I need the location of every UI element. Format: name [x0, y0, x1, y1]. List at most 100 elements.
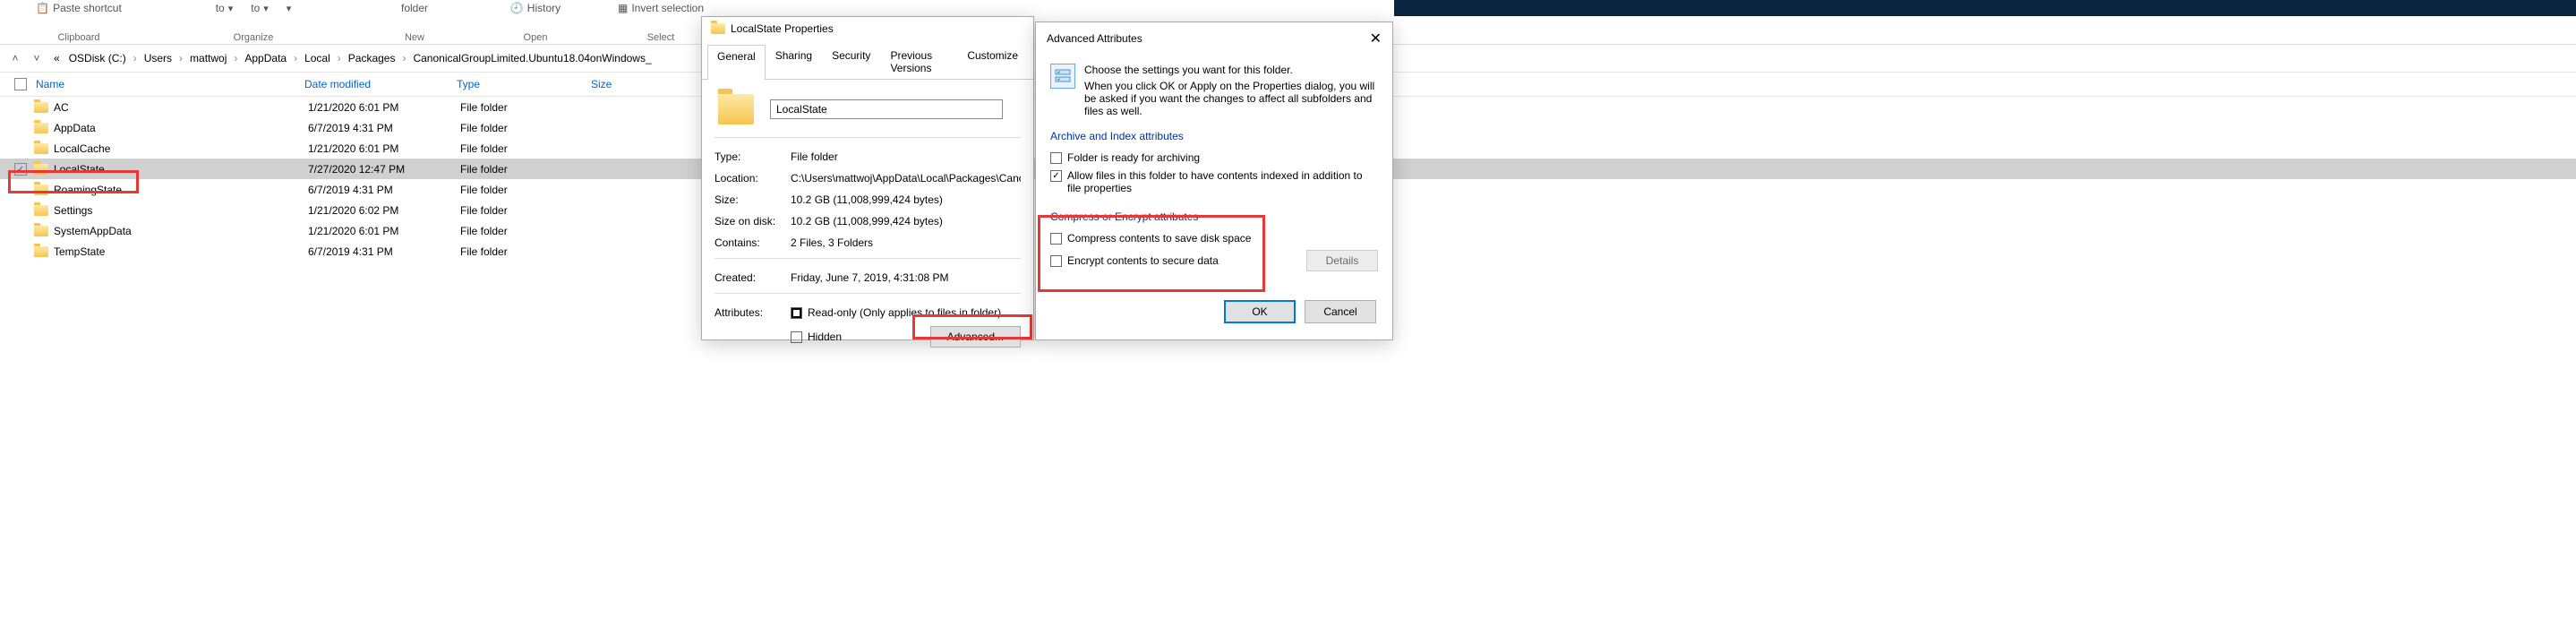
prop-label: Attributes:: [715, 306, 791, 348]
delete-button[interactable]: ▾: [281, 0, 297, 16]
crumb[interactable]: mattwoj: [186, 50, 230, 66]
attributes-icon: [1050, 64, 1075, 89]
row-type: File folder: [460, 163, 595, 176]
crumb[interactable]: CanonicalGroupLimited.Ubuntu18.04onWindo…: [409, 50, 655, 66]
index-checkbox[interactable]: ✓: [1050, 170, 1062, 182]
section-title: Archive and Index attributes: [1050, 130, 1378, 142]
row-type: File folder: [460, 204, 595, 217]
select-all-checkbox[interactable]: [14, 78, 27, 90]
cancel-button[interactable]: Cancel: [1305, 300, 1376, 323]
folder-icon: [34, 185, 48, 195]
folder-icon: [34, 102, 48, 113]
encrypt-checkbox[interactable]: [1050, 255, 1062, 267]
row-date: 6/7/2019 4:31 PM: [308, 184, 460, 196]
prop-value: 2 Files, 3 Folders: [791, 236, 1021, 249]
ribbon-group-organize: Organize: [234, 32, 274, 45]
chevron-right-icon: ›: [177, 52, 184, 64]
folder-icon: [34, 123, 48, 133]
history-button[interactable]: 🕘 History: [505, 0, 566, 16]
chevron-right-icon: ›: [292, 52, 299, 64]
compress-checkbox[interactable]: [1050, 233, 1062, 245]
dialog-footer: OK Cancel: [1036, 289, 1392, 336]
properties-tabs: General Sharing Security Previous Versio…: [702, 44, 1033, 80]
dialog-title-bar[interactable]: Advanced Attributes ✕: [1036, 22, 1392, 55]
breadcrumb[interactable]: « OSDisk (C:)› Users› mattwoj› AppData› …: [50, 50, 655, 66]
row-type: File folder: [460, 245, 595, 258]
advanced-button[interactable]: Advanced...: [930, 326, 1021, 348]
encrypt-label: Encrypt contents to secure data: [1067, 254, 1219, 267]
section-title: Compress or Encrypt attributes: [1050, 210, 1378, 223]
close-icon[interactable]: ✕: [1370, 30, 1382, 47]
column-date[interactable]: Date modified: [304, 78, 457, 90]
crumb[interactable]: Packages: [345, 50, 399, 66]
index-label: Allow files in this folder to have conte…: [1067, 169, 1378, 194]
intro-text: When you click OK or Apply on the Proper…: [1084, 80, 1378, 117]
nav-down-button[interactable]: ˅: [29, 50, 45, 66]
row-name: LocalCache: [54, 142, 308, 155]
row-date: 7/27/2020 12:47 PM: [308, 163, 460, 176]
paste-shortcut-button[interactable]: 📋 Paste shortcut: [30, 0, 127, 16]
row-date: 1/21/2020 6:01 PM: [308, 142, 460, 155]
new-folder-button[interactable]: folder: [396, 0, 433, 16]
crumb[interactable]: Users: [141, 50, 175, 66]
prop-label: Contains:: [715, 236, 791, 249]
chevron-right-icon: ›: [400, 52, 407, 64]
row-checkbox[interactable]: ✓: [14, 163, 27, 176]
chevron-right-icon: ›: [232, 52, 239, 64]
tab-security[interactable]: Security: [822, 44, 880, 79]
archive-checkbox[interactable]: [1050, 152, 1062, 164]
tab-sharing[interactable]: Sharing: [766, 44, 822, 79]
row-type: File folder: [460, 184, 595, 196]
row-name: AC: [54, 101, 308, 114]
intro-text: Choose the settings you want for this fo…: [1084, 64, 1378, 76]
invert-selection-icon: ▦: [618, 2, 628, 14]
folder-icon: [34, 205, 48, 216]
prop-label: Type:: [715, 150, 791, 163]
crumb[interactable]: OSDisk (C:): [65, 50, 130, 66]
ok-button[interactable]: OK: [1224, 300, 1296, 323]
readonly-label: Read-only (Only applies to files in fold…: [808, 306, 1001, 319]
hidden-label: Hidden: [808, 331, 842, 343]
tab-general[interactable]: General: [707, 45, 766, 80]
ribbon-group-new: New: [405, 32, 424, 45]
crumb[interactable]: Local: [301, 50, 334, 66]
column-type[interactable]: Type: [457, 78, 591, 90]
advanced-attributes-dialog: Advanced Attributes ✕ Choose the setting…: [1035, 21, 1393, 340]
crumb-root[interactable]: «: [50, 50, 64, 66]
row-type: File folder: [460, 101, 595, 114]
row-name: Settings: [54, 204, 308, 217]
compress-label: Compress contents to save disk space: [1067, 232, 1251, 245]
row-type: File folder: [460, 142, 595, 155]
folder-name-input[interactable]: [770, 99, 1003, 119]
tab-previous-versions[interactable]: Previous Versions: [880, 44, 957, 79]
row-name: AppData: [54, 122, 308, 134]
nav-up-button[interactable]: ˄: [7, 50, 23, 66]
folder-icon: [718, 94, 754, 125]
readonly-checkbox[interactable]: [791, 307, 802, 319]
prop-value: Friday, June 7, 2019, 4:31:08 PM: [791, 271, 1021, 284]
row-name: SystemAppData: [54, 225, 308, 237]
column-size[interactable]: Size: [591, 78, 680, 90]
move-to-button[interactable]: to ▾: [210, 0, 239, 16]
background-band: [1394, 0, 2576, 16]
column-name[interactable]: Name: [0, 78, 304, 90]
tab-customize[interactable]: Customize: [957, 44, 1028, 79]
ribbon-group-select: Select: [647, 32, 675, 45]
history-icon: 🕘: [510, 2, 524, 14]
folder-icon: [34, 246, 48, 257]
chevron-right-icon: ›: [336, 52, 343, 64]
ribbon-group-open: Open: [524, 32, 548, 45]
details-button[interactable]: Details: [1306, 250, 1378, 271]
crumb[interactable]: AppData: [241, 50, 290, 66]
invert-selection-button[interactable]: ▦ Invert selection: [612, 0, 709, 16]
row-date: 6/7/2019 4:31 PM: [308, 122, 460, 134]
row-type: File folder: [460, 225, 595, 237]
row-name: TempState: [54, 245, 308, 258]
chevron-right-icon: ›: [132, 52, 139, 64]
dialog-title-bar[interactable]: LocalState Properties: [702, 17, 1033, 40]
prop-value: C:\Users\mattwoj\AppData\Local\Packages\…: [791, 172, 1021, 185]
copy-to-button[interactable]: to ▾: [245, 0, 274, 16]
dialog-title: Advanced Attributes: [1047, 32, 1143, 45]
row-name: LocalState: [54, 163, 308, 176]
hidden-checkbox[interactable]: [791, 331, 802, 343]
